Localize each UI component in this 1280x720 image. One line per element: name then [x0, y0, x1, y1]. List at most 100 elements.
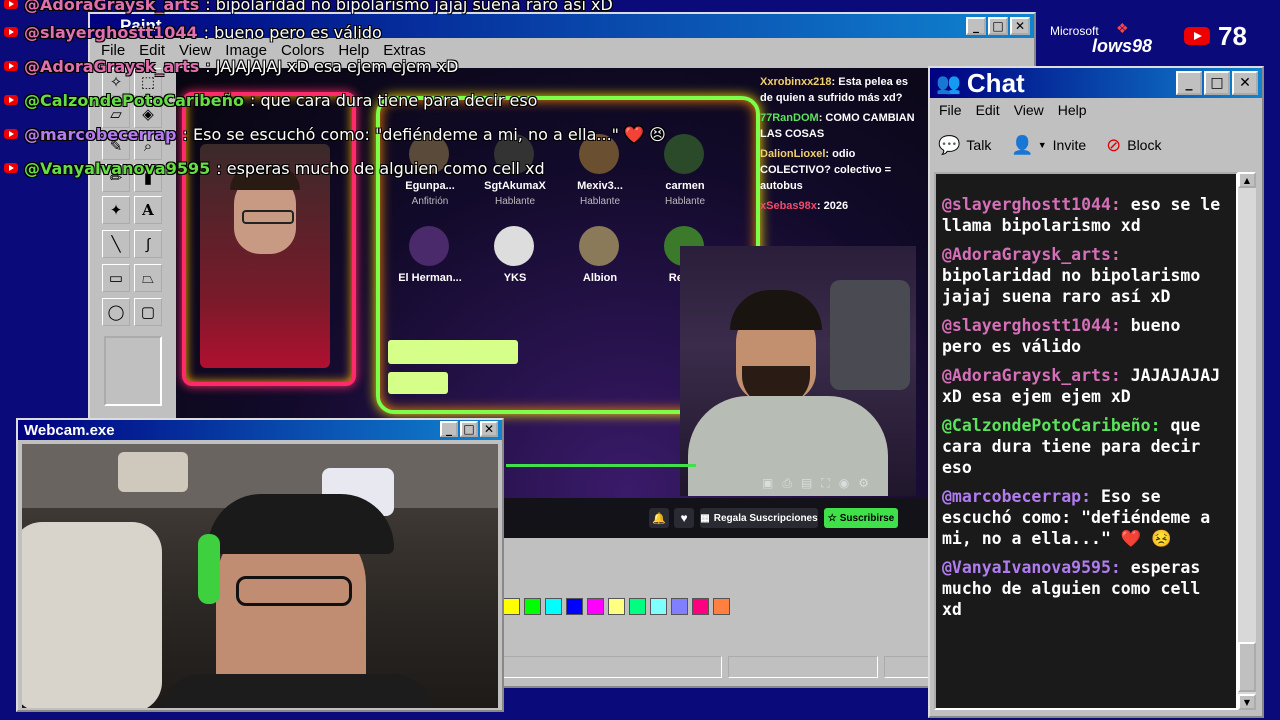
chat-message-user: @slayerghostt1044: — [942, 316, 1121, 335]
participant-tile[interactable]: El Herman... — [390, 224, 470, 310]
text-tool[interactable]: A — [134, 196, 162, 224]
ellipse-tool[interactable]: ◯ — [102, 298, 130, 326]
tool-options-box[interactable] — [104, 336, 162, 406]
webcam-minimize-button[interactable]: _ — [440, 421, 458, 437]
line-tool[interactable]: ╲ — [102, 230, 130, 258]
gift-icon: ▦ — [700, 512, 710, 524]
side-chat-message: 77RanDOM: COMO CAMBIAN LAS COSAS — [760, 110, 918, 142]
overlay-chat-user: @AdoraGraysk_arts — [24, 0, 200, 14]
side-chat-message: xSebas98x: 2026 — [760, 198, 918, 214]
scroll-up-arrow-icon[interactable]: ▲ — [1238, 172, 1256, 188]
overlay-chat-line: @VanyaIvanova9595: esperas mucho de algu… — [4, 154, 545, 182]
chat-message: @VanyaIvanova9595: esperas mucho de algu… — [942, 557, 1230, 620]
block-icon: ⊘ — [1106, 134, 1122, 155]
color-swatch[interactable] — [545, 598, 562, 615]
windows-product: lows98 — [1092, 36, 1153, 56]
fullscreen-icon[interactable]: ⛶ — [821, 476, 829, 492]
gift-subs-button[interactable]: ▦ Regala Suscripciones — [700, 508, 818, 528]
chat-menu-file[interactable]: File — [932, 102, 969, 118]
chat-menu-view[interactable]: View — [1007, 102, 1051, 118]
avatar — [664, 134, 704, 174]
overlay-chat-user: @VanyaIvanova9595 — [24, 158, 211, 178]
youtube-icon — [4, 27, 18, 37]
chat-message-user: @marcobecerrap: — [942, 487, 1092, 506]
windows-flag-icon: ❖ — [1116, 20, 1129, 36]
youtube-icon — [4, 129, 18, 139]
chat-titlebar[interactable]: 👥 Chat _ □ ✕ — [930, 68, 1262, 98]
side-chat-user: 77RanDOM — [760, 112, 819, 124]
webcam-maximize-button[interactable]: □ — [460, 421, 478, 437]
overlay-chat-message: : bipolaridad no bipolarismo jajaj suena… — [205, 0, 613, 14]
captions-icon[interactable]: ▤ — [801, 476, 812, 492]
participant-tile[interactable]: YKS — [475, 224, 555, 310]
airbrush-tool[interactable]: ✦ — [102, 196, 130, 224]
invite-button[interactable]: 👤 ▼ Invite — [1011, 135, 1086, 156]
participant-role: Anfitrión — [411, 196, 449, 207]
block-label: Block — [1127, 137, 1162, 153]
participant-role: Hablante — [494, 196, 536, 207]
chat-menubar: File Edit View Help — [932, 102, 1262, 118]
overlay-chat-message: : Eso se escuchó como: "defiéndeme a mi,… — [182, 124, 666, 144]
overlay-chat-line: @AdoraGraysk_arts: JAJAJAJAJ xD esa ejem… — [4, 52, 458, 80]
theater-icon[interactable]: ▣ — [762, 476, 773, 492]
heart-icon[interactable]: ♥ — [674, 508, 694, 528]
chat-minimize-button[interactable]: _ — [1176, 71, 1202, 95]
participant-tile[interactable]: Albion — [560, 224, 640, 310]
subscribe-label: Suscribirse — [839, 512, 895, 524]
chat-menu-edit[interactable]: Edit — [969, 102, 1007, 118]
color-swatch[interactable] — [713, 598, 730, 615]
participant-name: Mexiv3... — [577, 180, 623, 192]
clip-icon[interactable]: ⎙ — [782, 476, 792, 492]
color-swatch[interactable] — [608, 598, 625, 615]
chat-menu-help[interactable]: Help — [1051, 102, 1094, 118]
progress-bar[interactable] — [506, 464, 696, 467]
color-swatch[interactable] — [587, 598, 604, 615]
chat-scrollbar[interactable]: ▲ ▼ — [1238, 172, 1256, 710]
people-icon: 👥 — [936, 72, 961, 95]
color-swatch[interactable] — [566, 598, 583, 615]
chat-message-text: bipolaridad no bipolarismo jajaj suena r… — [942, 266, 1201, 306]
chat-message: @slayerghostt1044: bueno pero es válido — [942, 315, 1230, 357]
viewer-count: 78 — [1218, 20, 1247, 51]
participant-name: carmen — [665, 180, 705, 192]
scroll-thumb[interactable] — [1238, 642, 1256, 692]
participant-name: El Herman... — [398, 272, 462, 284]
chat-message-user: @CalzondePotoCaribeño: — [942, 416, 1161, 435]
webcam-titlebar[interactable]: Webcam.exe _ □ ✕ — [18, 420, 502, 440]
player-controls: ▣ ⎙ ▤ ⛶ ◉ ⚙ — [762, 476, 904, 492]
color-swatch[interactable] — [503, 598, 520, 615]
curve-tool[interactable]: ∫ — [134, 230, 162, 258]
youtube-icon — [4, 61, 18, 71]
chat-message: @slayerghostt1044: eso se le llama bipol… — [942, 194, 1230, 236]
settings-icon[interactable]: ◉ — [839, 476, 849, 492]
rounded-rect-tool[interactable]: ▢ — [134, 298, 162, 326]
webcam-close-button[interactable]: ✕ — [480, 421, 498, 437]
scroll-down-arrow-icon[interactable]: ▼ — [1238, 694, 1256, 710]
color-swatch[interactable] — [629, 598, 646, 615]
notify-bell-icon[interactable]: 🔔 — [649, 508, 669, 528]
talk-button[interactable]: 💬 Talk — [938, 135, 991, 156]
overlay-chat-user: @CalzondePotoCaribeño — [24, 90, 244, 110]
chat-close-button[interactable]: ✕ — [1232, 71, 1258, 95]
color-swatch[interactable] — [692, 598, 709, 615]
chat-message-pane[interactable]: @slayerghostt1044: eso se le llama bipol… — [934, 172, 1238, 710]
overlay-chat-user: @marcobecerrap — [24, 124, 177, 144]
block-button[interactable]: ⊘ Block — [1106, 135, 1161, 156]
talk-icon: 💬 — [938, 134, 961, 155]
overlay-chat-message: : bueno pero es válido — [203, 22, 382, 42]
youtube-icon — [4, 163, 18, 173]
subscribe-button[interactable]: ☆ Suscribirse — [824, 508, 898, 528]
chat-maximize-button[interactable]: □ — [1204, 71, 1230, 95]
color-swatch[interactable] — [671, 598, 688, 615]
minimize-button[interactable]: _ — [966, 17, 986, 35]
maximize-button[interactable]: □ — [988, 17, 1008, 35]
color-swatch[interactable] — [524, 598, 541, 615]
rectangle-tool[interactable]: ▭ — [102, 264, 130, 292]
color-swatch[interactable] — [650, 598, 667, 615]
close-button[interactable]: ✕ — [1010, 17, 1030, 35]
youtube-icon — [4, 95, 18, 105]
chat-toolbar: 💬 Talk 👤 ▼ Invite ⊘ Block — [938, 130, 1238, 160]
polygon-tool[interactable]: ⏢ — [134, 264, 162, 292]
gear-icon[interactable]: ⚙ — [858, 476, 869, 492]
overlay-chat-message: : esperas mucho de alguien como cell xd — [216, 158, 545, 178]
